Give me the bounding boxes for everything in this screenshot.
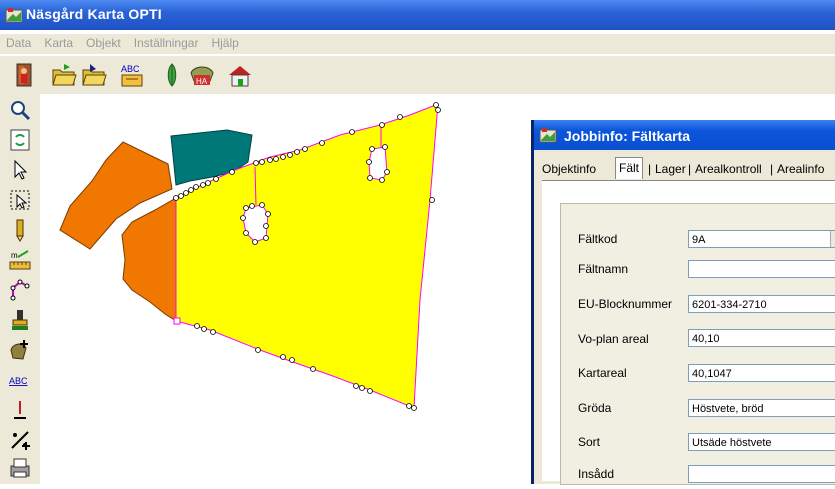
svg-text:HA: HA (196, 77, 208, 86)
svg-text:ABC: ABC (121, 64, 140, 74)
measure-ruler-icon[interactable]: m (8, 248, 32, 272)
split-field-icon[interactable] (8, 428, 32, 452)
tab-lager[interactable]: Lager (655, 160, 686, 178)
svg-text:m: m (11, 251, 18, 260)
dialog-title: Jobbinfo: Fältkarta (564, 128, 691, 144)
pointer-arrow-icon[interactable] (8, 158, 32, 182)
window-title: Näsgård Karta OPTI (26, 6, 162, 22)
faltnamn-input[interactable] (688, 260, 835, 278)
tab-arealinfo[interactable]: Arealinfo (777, 160, 824, 178)
exit-door-icon[interactable] (10, 61, 38, 89)
open-folder-icon[interactable] (50, 61, 78, 89)
menu-installningar[interactable]: Inställningar (127, 34, 205, 50)
eu-blocknummer-label: EU-Blocknummer (578, 297, 673, 311)
tool-palette: m ABC (0, 94, 40, 484)
main-toolbar: ABC HA (0, 56, 835, 94)
faltkod-value: 9A (692, 234, 706, 246)
text-abc-icon[interactable]: ABC (118, 61, 146, 89)
field-orange-south[interactable] (121, 197, 177, 322)
crop-icon[interactable] (158, 61, 186, 89)
add-field-icon[interactable] (8, 338, 32, 362)
tab-falt[interactable]: Fält (615, 157, 644, 179)
vo-plan-areal-label: Vo-plan areal (578, 332, 649, 346)
field-properties-group: Fältkod 9A ▼ Fältnamn EU-Blocknummer 620… (560, 203, 835, 485)
eu-blocknummer-input[interactable]: 6201-334-2710 (688, 295, 835, 313)
menu-data[interactable]: Data (0, 34, 37, 50)
svg-text:ABC: ABC (9, 376, 28, 386)
zoom-magnifier-icon[interactable] (8, 98, 32, 122)
select-area-icon[interactable] (8, 188, 32, 212)
save-folder-icon[interactable] (80, 61, 108, 89)
sort-input[interactable]: Utsäde höstvete (688, 433, 835, 451)
stamp-icon[interactable] (8, 308, 32, 332)
field-exclusion-north[interactable] (368, 146, 388, 181)
refresh-icon[interactable] (8, 128, 32, 152)
tab-divider: | (770, 162, 774, 176)
tab-objektinfo[interactable]: Objektinfo (542, 160, 596, 178)
dialog-title-bar[interactable]: Jobbinfo: Fältkarta (534, 120, 835, 150)
faltkod-label: Fältkod (578, 232, 618, 246)
insadd-label: Insådd (578, 467, 615, 481)
sort-label: Sort (578, 435, 601, 449)
kartareal-input[interactable]: 40,1047 (688, 364, 835, 382)
node-edit-icon[interactable] (8, 278, 32, 302)
menu-hjalp[interactable]: Hjälp (204, 34, 244, 50)
falt-tab-panel: Fältkod 9A ▼ Fältnamn EU-Blocknummer 620… (542, 180, 835, 485)
menu-bar: Data Karta Objekt Inställningar Hjälp (0, 34, 835, 54)
label-abc-icon[interactable]: ABC (8, 368, 32, 392)
tab-arealkontroll[interactable]: Arealkontroll (695, 160, 762, 178)
farm-house-icon[interactable] (226, 61, 254, 89)
pencil-icon[interactable] (8, 218, 32, 242)
groda-label: Gröda (578, 401, 612, 415)
app-icon (5, 8, 23, 23)
kartareal-label: Kartareal (578, 366, 627, 380)
vo-plan-areal-input[interactable]: 40,10 (688, 329, 835, 347)
chevron-down-icon[interactable]: ▼ (830, 231, 835, 247)
groda-input[interactable]: Höstvete, bröd (688, 399, 835, 417)
menu-karta[interactable]: Karta (37, 34, 79, 50)
dialog-app-icon (539, 128, 557, 143)
menu-objekt[interactable]: Objekt (79, 34, 127, 50)
faltkod-select[interactable]: 9A ▼ (688, 230, 835, 248)
area-ha-icon[interactable]: HA (188, 61, 216, 89)
printer-icon[interactable] (8, 456, 32, 480)
insadd-input[interactable] (688, 465, 835, 483)
title-bar: Näsgård Karta OPTI (0, 0, 835, 30)
faltnamn-label: Fältnamn (578, 262, 629, 276)
tab-divider: | (688, 162, 692, 176)
jobbinfo-dialog: Jobbinfo: Fältkarta Objektinfo Fält | La… (531, 120, 835, 485)
tab-divider: | (648, 162, 652, 176)
marker-icon[interactable] (8, 398, 32, 422)
